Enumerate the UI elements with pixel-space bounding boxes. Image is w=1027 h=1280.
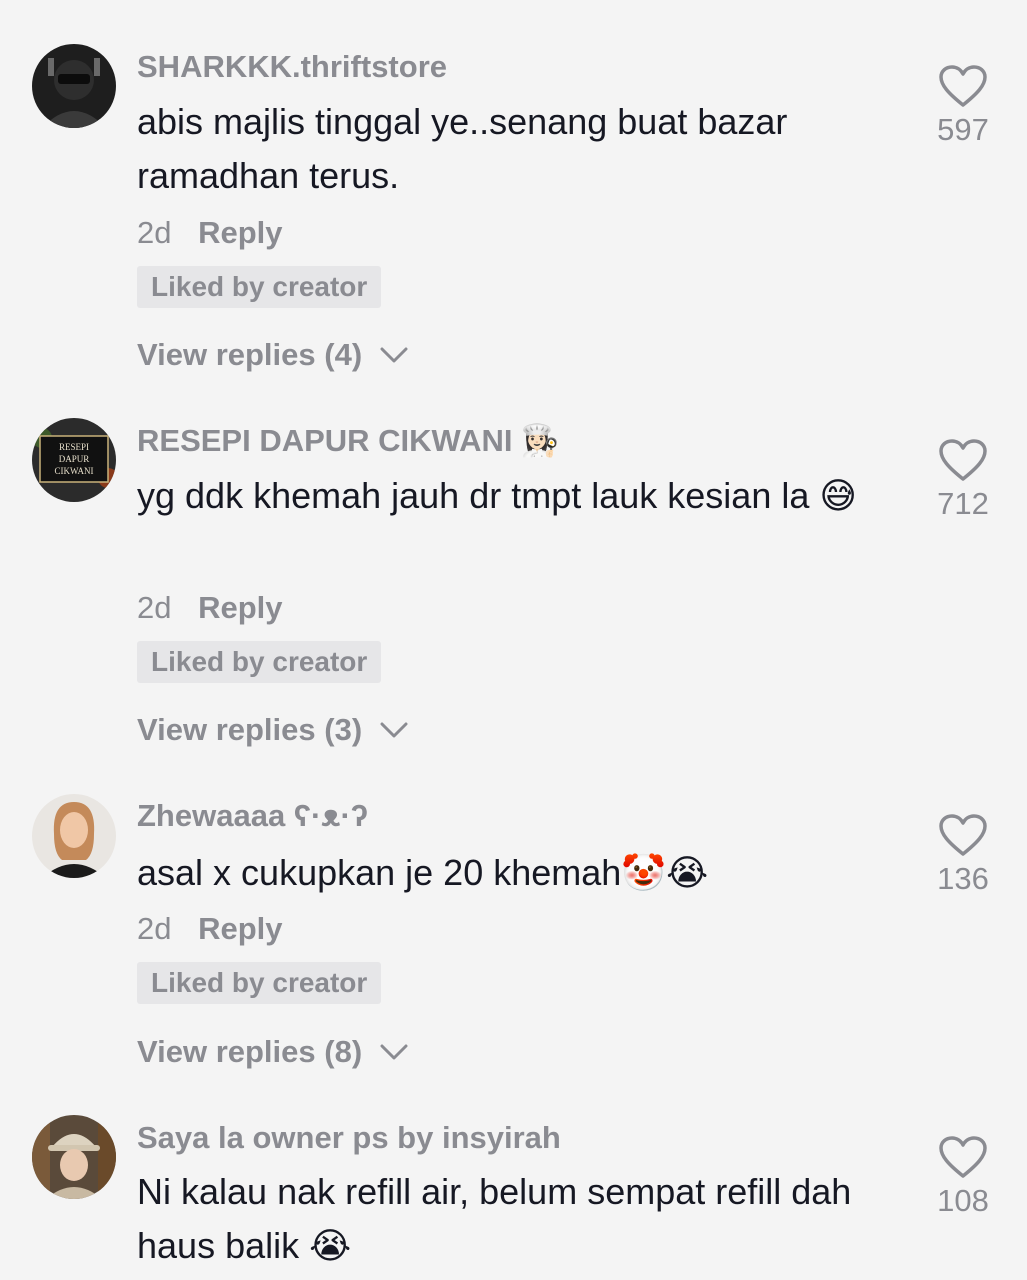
reply-button[interactable]: Reply bbox=[198, 215, 282, 250]
username-text: Zhewaaaa ʕ·ᴥ·ʔ bbox=[137, 798, 369, 833]
like-control: 597 bbox=[918, 64, 1008, 150]
liked-by-creator-badge: Liked by creator bbox=[137, 266, 382, 308]
view-replies-button[interactable]: View replies (3) bbox=[137, 710, 409, 750]
view-replies-label: View replies (8) bbox=[137, 1034, 363, 1069]
avatar[interactable] bbox=[32, 44, 116, 128]
comment-username[interactable]: Zhewaaaa ʕ·ᴥ·ʔ bbox=[137, 796, 368, 836]
comment-time: 2d bbox=[137, 215, 172, 250]
comment-text: abis majlis tinggal ye..senang buat baza… bbox=[137, 101, 788, 196]
view-replies-label: View replies (4) bbox=[137, 337, 363, 372]
avatar-text: RESEPI bbox=[59, 442, 89, 452]
heart-outline-icon[interactable] bbox=[938, 64, 988, 108]
like-count: 597 bbox=[937, 112, 989, 147]
comment-username[interactable]: SHARKKK.thriftstore bbox=[137, 47, 447, 87]
username-text: RESEPI DAPUR CIKWANI bbox=[137, 423, 513, 458]
avatar-text: CIKWANI bbox=[55, 466, 94, 476]
like-control: 712 bbox=[918, 438, 1008, 524]
chevron-down-icon bbox=[380, 347, 408, 363]
comment-time: 2d bbox=[137, 590, 172, 625]
avatar[interactable]: RESEPI DAPUR CIKWANI bbox=[32, 418, 116, 502]
view-replies-button[interactable]: View replies (8) bbox=[137, 1032, 409, 1072]
chevron-down-icon bbox=[380, 722, 408, 738]
comment-time: 2d bbox=[137, 911, 172, 946]
reply-button[interactable]: Reply bbox=[198, 590, 282, 625]
comment-meta: 2d Reply bbox=[137, 213, 283, 253]
comment-text: yg ddk khemah jauh dr tmpt lauk kesian l… bbox=[137, 475, 857, 516]
comment-meta: 2d Reply bbox=[137, 588, 283, 628]
avatar-text: DAPUR bbox=[59, 454, 90, 464]
avatar[interactable] bbox=[32, 1115, 116, 1199]
chef-emoji: 👩🏻‍🍳 bbox=[520, 423, 560, 458]
like-count: 136 bbox=[937, 861, 989, 896]
comment-username[interactable]: RESEPI DAPUR CIKWANI 👩🏻‍🍳 bbox=[137, 421, 559, 461]
view-replies-label: View replies (3) bbox=[137, 712, 363, 747]
comment-meta: 2d Reply bbox=[137, 909, 283, 949]
comment-username[interactable]: Saya la owner ps by insyirah bbox=[137, 1118, 561, 1158]
liked-by-creator-badge: Liked by creator bbox=[137, 641, 382, 683]
heart-outline-icon[interactable] bbox=[938, 1135, 988, 1179]
heart-outline-icon[interactable] bbox=[938, 438, 988, 482]
view-replies-button[interactable]: View replies (4) bbox=[137, 335, 409, 375]
liked-by-creator-badge: Liked by creator bbox=[137, 962, 382, 1004]
comment-text: Ni kalau nak refill air, belum sempat re… bbox=[137, 1171, 852, 1266]
like-control: 108 bbox=[918, 1135, 1008, 1221]
reply-button[interactable]: Reply bbox=[198, 911, 282, 946]
chevron-down-icon bbox=[380, 1044, 408, 1060]
username-text: Saya la owner ps by insyirah bbox=[137, 1120, 561, 1155]
like-control: 136 bbox=[918, 813, 1008, 899]
username-text: SHARKKK.thriftstore bbox=[137, 49, 447, 84]
like-count: 712 bbox=[937, 486, 989, 521]
heart-outline-icon[interactable] bbox=[938, 813, 988, 857]
avatar[interactable] bbox=[32, 794, 116, 878]
comment-text: asal x cukupkan je 20 khemah🤡😭 bbox=[137, 852, 709, 893]
like-count: 108 bbox=[937, 1183, 989, 1218]
